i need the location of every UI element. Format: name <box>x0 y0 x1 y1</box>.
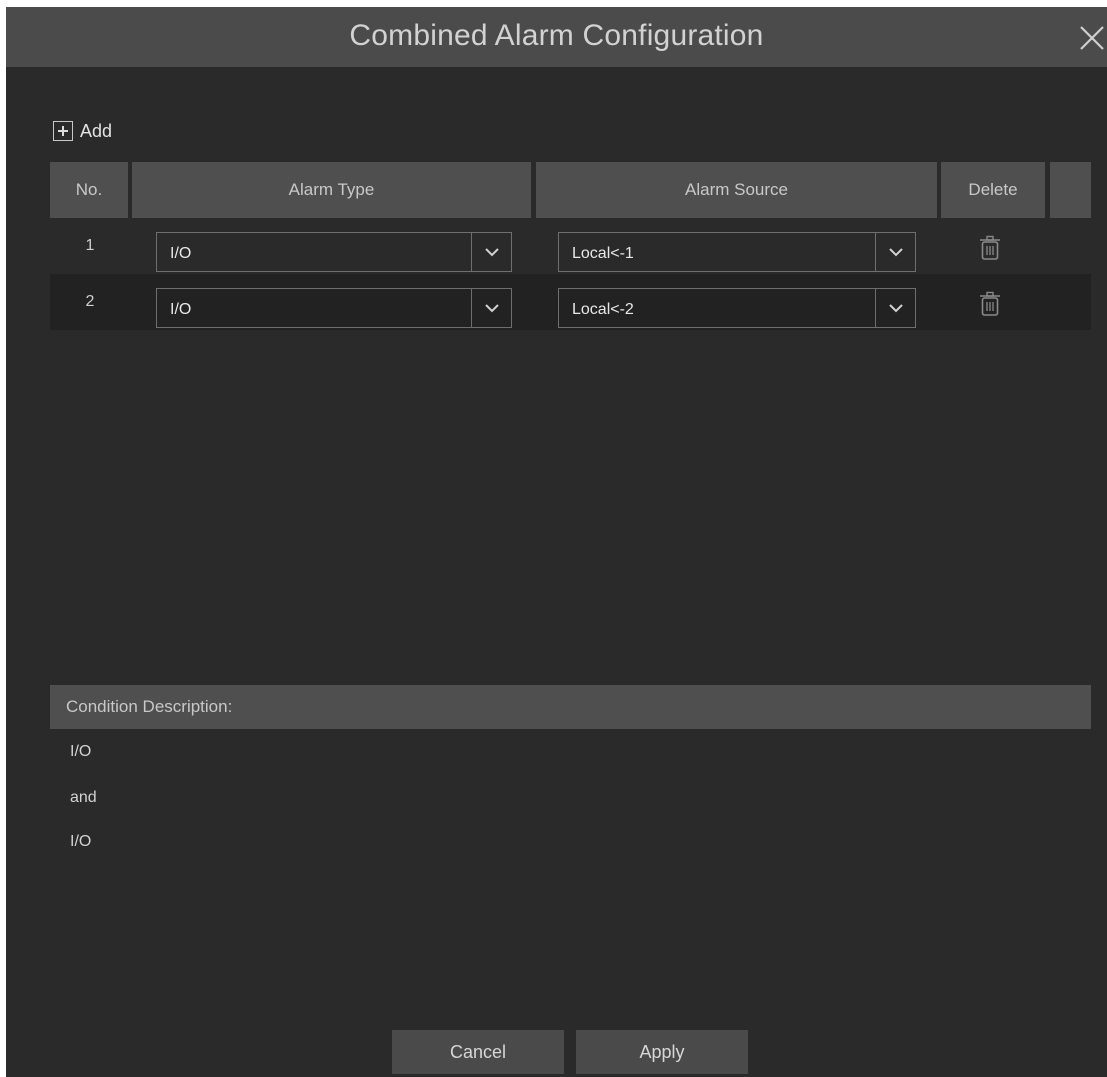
cancel-button[interactable]: Cancel <box>392 1030 564 1074</box>
close-button[interactable] <box>1073 19 1107 53</box>
alarm-type-select[interactable]: I/O <box>156 288 512 328</box>
header-no: No. <box>50 162 128 218</box>
alarm-source-select[interactable]: Local<-2 <box>558 288 916 328</box>
alarm-table: No. Alarm Type Alarm Source Delete 1 I/O… <box>50 162 1091 330</box>
alarm-type-select[interactable]: I/O <box>156 232 512 272</box>
row-number: 2 <box>85 293 95 310</box>
header-delete: Delete <box>941 162 1045 218</box>
alarm-type-value: I/O <box>170 245 192 262</box>
alarm-type-value: I/O <box>170 301 192 318</box>
table-header: No. Alarm Type Alarm Source Delete <box>50 162 1091 218</box>
delete-button[interactable] <box>979 235 1001 261</box>
condition-line: I/O <box>70 833 92 850</box>
dropdown-button[interactable] <box>471 289 511 327</box>
add-label: Add <box>80 120 113 141</box>
dropdown-button[interactable] <box>875 233 915 271</box>
condition-description-label: Condition Description: <box>66 697 233 716</box>
trash-icon <box>980 235 1000 260</box>
table-row: 2 I/O Local<-2 <box>50 274 1091 330</box>
condition-line: and <box>70 789 97 806</box>
header-scroll-spacer <box>1050 162 1091 218</box>
dropdown-button[interactable] <box>471 233 511 271</box>
combined-alarm-dialog: Combined Alarm Configuration Add No. Ala… <box>6 7 1107 1077</box>
row-number: 1 <box>85 237 95 254</box>
dropdown-button[interactable] <box>875 289 915 327</box>
delete-button[interactable] <box>979 291 1001 317</box>
alarm-source-value: Local<-1 <box>572 245 634 262</box>
dialog-title: Combined Alarm Configuration <box>349 19 764 52</box>
plus-box-icon <box>53 121 73 141</box>
chevron-down-icon <box>484 304 499 313</box>
alarm-source-value: Local<-2 <box>572 301 634 318</box>
apply-button[interactable]: Apply <box>576 1030 748 1074</box>
chevron-down-icon <box>888 248 903 257</box>
add-button[interactable]: Add <box>53 118 112 144</box>
close-icon <box>1080 26 1104 50</box>
condition-line: I/O <box>70 743 92 760</box>
table-row: 1 I/O Local<-1 <box>50 218 1091 274</box>
header-alarm-source: Alarm Source <box>536 162 937 218</box>
header-alarm-type: Alarm Type <box>132 162 531 218</box>
trash-icon <box>980 291 1000 316</box>
alarm-source-select[interactable]: Local<-1 <box>558 232 916 272</box>
condition-description-header: Condition Description: <box>50 685 1091 729</box>
chevron-down-icon <box>888 304 903 313</box>
chevron-down-icon <box>484 248 499 257</box>
title-bar: Combined Alarm Configuration <box>6 7 1107 67</box>
